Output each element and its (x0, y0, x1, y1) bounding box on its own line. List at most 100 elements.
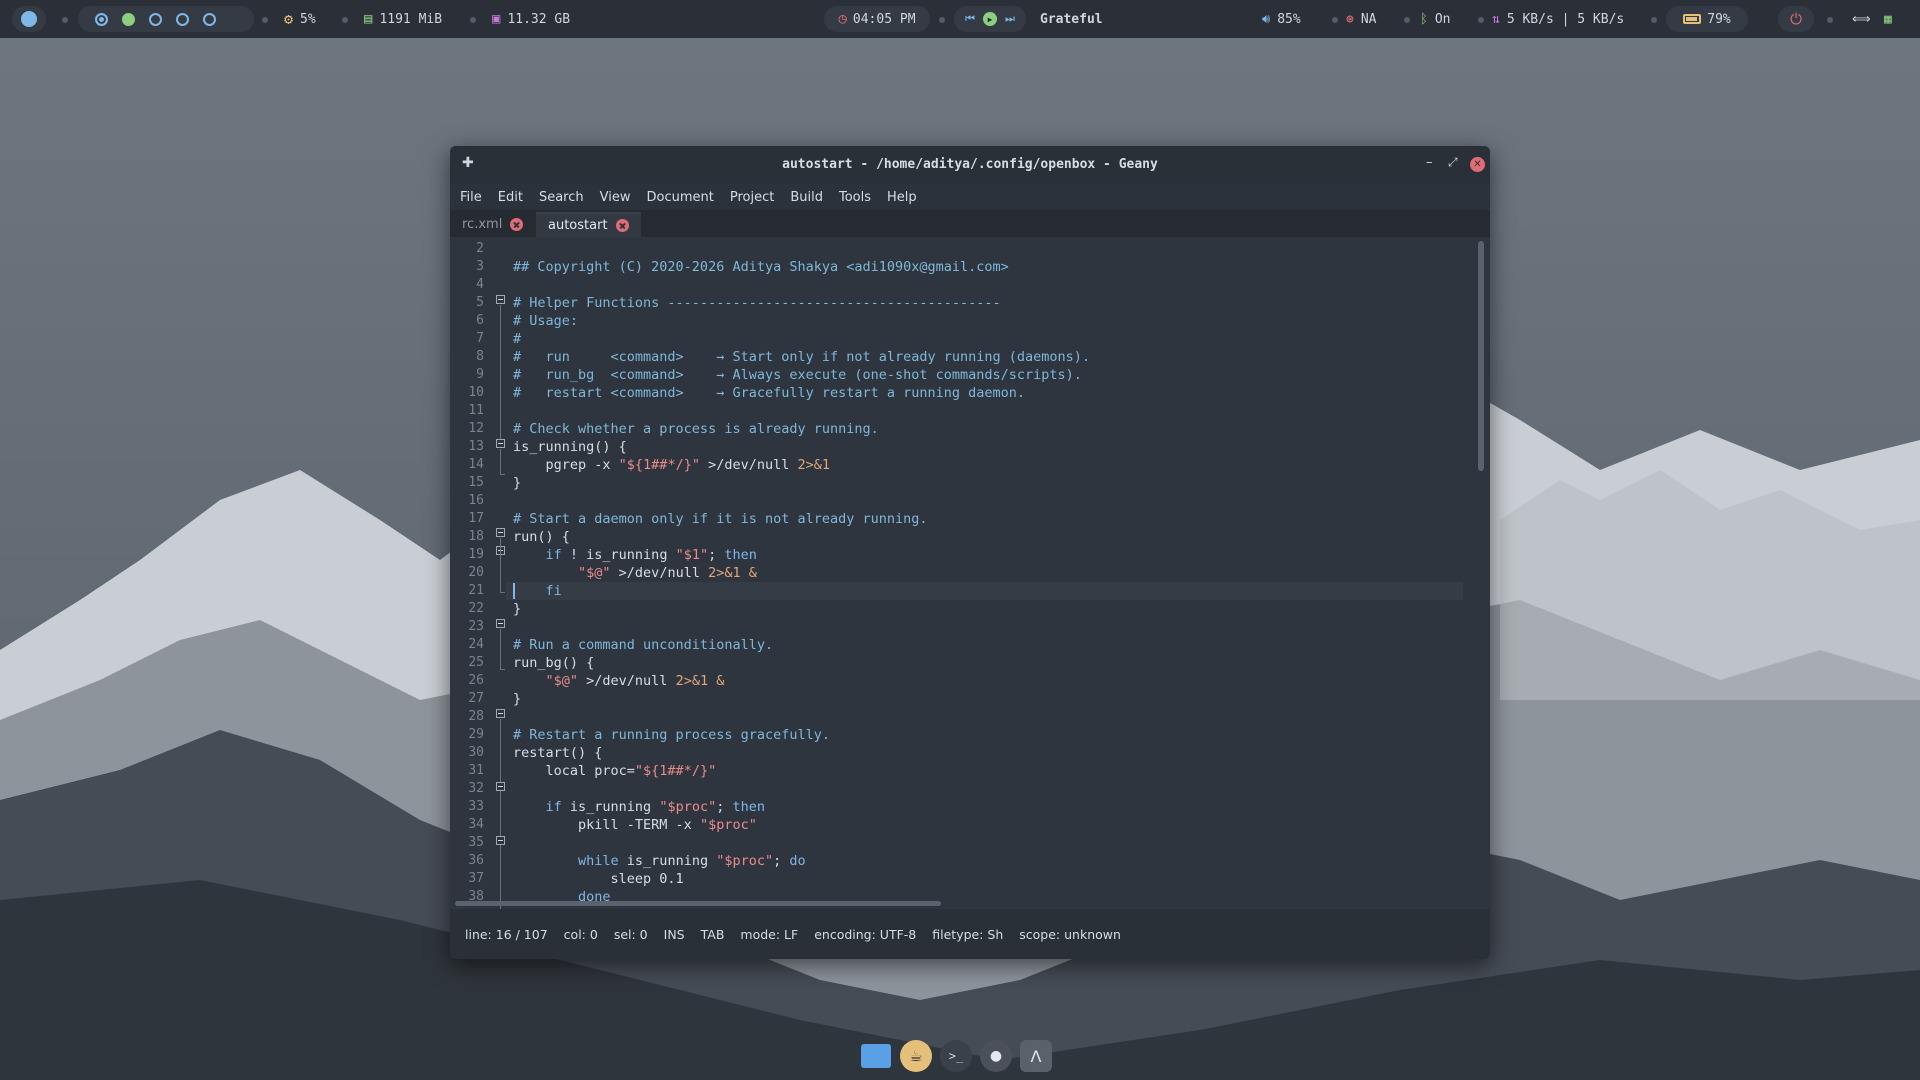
workspace-5[interactable] (203, 12, 216, 26)
menu-help[interactable]: Help (887, 190, 917, 205)
workspace-4[interactable] (176, 12, 189, 26)
geany-window: ✚ autostart - /home/aditya/.config/openb… (450, 146, 1490, 959)
bluetooth-value: On (1434, 11, 1451, 27)
code-token: ; (708, 547, 725, 563)
line-number: 36 (468, 853, 484, 868)
next-track-icon[interactable]: ⏭ (1005, 12, 1015, 26)
line-number: 10 (468, 385, 484, 400)
code-token: "${1##*/}" (634, 763, 717, 779)
battery-value: 79% (1707, 11, 1731, 27)
volume-widget[interactable]: 🔊︎ 85% (1262, 0, 1301, 38)
code-token: ; (773, 853, 790, 869)
code-editor[interactable]: 2 3 4 5 6 7 8 9 10 11 12 13 14 15 16 17 18 19 20 21 22 23 24 25… (450, 237, 1490, 909)
code-token: ; (716, 799, 733, 815)
battery-widget: 79% (1666, 6, 1748, 32)
line-number: 12 (468, 421, 484, 436)
menu-project[interactable]: Project (730, 190, 774, 205)
dock-app-button[interactable]: Λ (1020, 1040, 1052, 1072)
separator (1404, 17, 1410, 23)
status-col: col: 0 (563, 926, 598, 942)
layout-toggle[interactable]: ⟺ (1852, 0, 1871, 38)
code-token: "$proc" (699, 817, 757, 833)
workspace-1[interactable] (95, 12, 108, 26)
fold-guide (500, 305, 501, 445)
memory-icon: ▤ (364, 11, 373, 27)
minimize-icon[interactable]: – (1426, 155, 1433, 170)
code-token: "$proc" (659, 799, 717, 815)
clock-value: 04:05 PM (852, 11, 916, 27)
menu-file[interactable]: File (460, 190, 482, 205)
line-number: 28 (468, 709, 484, 724)
tab-rc-xml[interactable]: rc.xml (450, 212, 535, 237)
code-token: 2>&1 (797, 457, 831, 473)
dock-editor-button[interactable]: ☕ (900, 1040, 932, 1072)
tab-close-icon[interactable] (615, 219, 629, 232)
line-number: 24 (468, 637, 484, 652)
code-line: if is_running "$proc"; then (513, 798, 1090, 816)
close-icon[interactable]: ✕ (1470, 157, 1485, 172)
menu-search[interactable]: Search (539, 190, 584, 205)
code-line: # restart <command> → Gracefully restart… (513, 385, 1026, 401)
workspace-switcher (78, 6, 254, 32)
disk-widget: ▣ 11.32 GB (492, 0, 570, 38)
bluetooth-widget[interactable]: ᛒ On (1420, 0, 1450, 38)
battery-icon (1683, 14, 1702, 24)
vertical-scrollbar[interactable] (1478, 241, 1484, 471)
fold-toggle[interactable] (496, 709, 505, 718)
workspace-3[interactable] (149, 12, 162, 26)
code-token: then (724, 547, 757, 563)
line-number: 4 (476, 277, 484, 292)
dock-settings-button[interactable]: ● (980, 1040, 1012, 1072)
code-token: ! is_running (561, 547, 676, 563)
clipboard-icon: ▦ (1884, 11, 1892, 27)
previous-track-icon[interactable]: ⏮ (965, 12, 975, 26)
line-number: 37 (468, 871, 484, 886)
window-titlebar[interactable]: ✚ autostart - /home/aditya/.config/openb… (450, 146, 1490, 184)
dock-files-button[interactable] (860, 1040, 892, 1072)
power-button[interactable]: ⏻ (1778, 6, 1814, 32)
network-widget[interactable]: ⊛ NA (1346, 0, 1376, 38)
code-line: # run_bg <command> → Always execute (one… (513, 367, 1082, 383)
maximize-icon[interactable]: ⤢ (1448, 155, 1458, 170)
menu-view[interactable]: View (600, 190, 631, 205)
code-token: then (732, 799, 766, 815)
menu-tools[interactable]: Tools (839, 190, 871, 205)
tab-autostart[interactable]: autostart (536, 212, 641, 237)
code-line: # Helper Functions ---------------------… (513, 295, 1001, 311)
tab-close-icon[interactable] (510, 218, 524, 231)
fold-toggle[interactable] (496, 782, 505, 791)
volume-icon: 🔊︎ (1262, 11, 1271, 27)
code-token: 2>&1 & (675, 673, 725, 689)
cpu-widget: ⚙ 5% (284, 0, 316, 38)
menu-document[interactable]: Document (646, 190, 713, 205)
fold-toggle[interactable] (496, 619, 505, 628)
workspace-2[interactable] (122, 12, 135, 26)
menu-build[interactable]: Build (790, 190, 823, 205)
text-cursor (513, 583, 515, 599)
menu-edit[interactable]: Edit (498, 190, 523, 205)
fold-toggle[interactable] (496, 295, 505, 304)
tab-label: rc.xml (462, 217, 503, 232)
line-number: 7 (476, 331, 484, 346)
status-ins: INS (663, 926, 685, 942)
fold-toggle[interactable] (496, 439, 505, 448)
fold-toggle[interactable] (496, 836, 505, 845)
code-text[interactable]: ## Copyright (C) 2020-2026 Aditya Shakya… (513, 240, 1090, 906)
gear-icon: ● (989, 1048, 1003, 1064)
code-line: pgrep -x "${1##*/}" >/dev/null 2>&1 (513, 456, 1090, 474)
arrows-icon: ⟺ (1852, 11, 1871, 27)
launcher-button[interactable] (12, 6, 46, 32)
code-line: # Usage: (513, 313, 579, 329)
code-line: } (513, 691, 522, 707)
code-line: if ! is_running "$1"; then (513, 546, 1090, 564)
dock-terminal-button[interactable]: >_ (940, 1040, 972, 1072)
clock-widget[interactable]: ◷ 04:05 PM (824, 6, 930, 32)
clipboard-button[interactable]: ▦ (1884, 0, 1892, 38)
play-icon[interactable]: ▶ (983, 12, 997, 26)
fold-guide (500, 669, 505, 670)
separator (62, 17, 68, 23)
code-token: "$@" (578, 565, 611, 581)
horizontal-scrollbar[interactable] (455, 901, 941, 906)
code-line: # Check whether a process is already run… (513, 421, 879, 437)
fold-toggle[interactable] (496, 528, 505, 537)
